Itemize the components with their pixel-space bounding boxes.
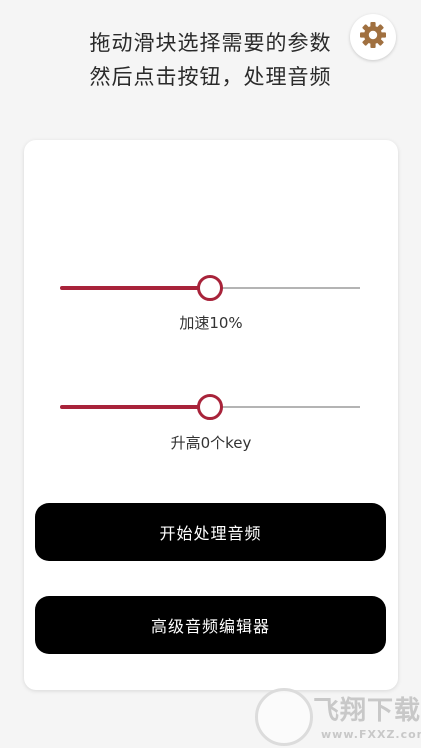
pitch-slider-fill	[60, 405, 210, 409]
pitch-slider-thumb[interactable]	[197, 394, 223, 420]
speed-slider-track[interactable]	[210, 287, 360, 289]
watermark: 飞翔下载 www.FXXZ.com	[255, 688, 421, 748]
start-processing-button[interactable]: 开始处理音频	[35, 503, 386, 561]
speed-slider-fill	[60, 286, 210, 290]
speed-slider-thumb[interactable]	[197, 275, 223, 301]
watermark-brand: 飞翔下载	[313, 696, 421, 726]
watermark-logo-icon	[255, 688, 313, 746]
speed-slider-label: 加速10%	[179, 314, 243, 332]
instruction-line-2: 然后点击按钮，处理音频	[89, 65, 332, 89]
pitch-slider-track[interactable]	[210, 406, 360, 408]
advanced-editor-button[interactable]: 高级音频编辑器	[35, 596, 386, 654]
watermark-site: www.FXXZ.com	[321, 728, 421, 741]
controls-card: 加速10% 升高0个key 开始处理音频 高级音频编辑器	[24, 140, 398, 690]
settings-button[interactable]	[350, 14, 396, 60]
pitch-slider[interactable]	[60, 392, 360, 422]
pitch-slider-label: 升高0个key	[170, 434, 252, 452]
gear-icon	[359, 21, 387, 53]
speed-slider[interactable]	[60, 273, 360, 303]
